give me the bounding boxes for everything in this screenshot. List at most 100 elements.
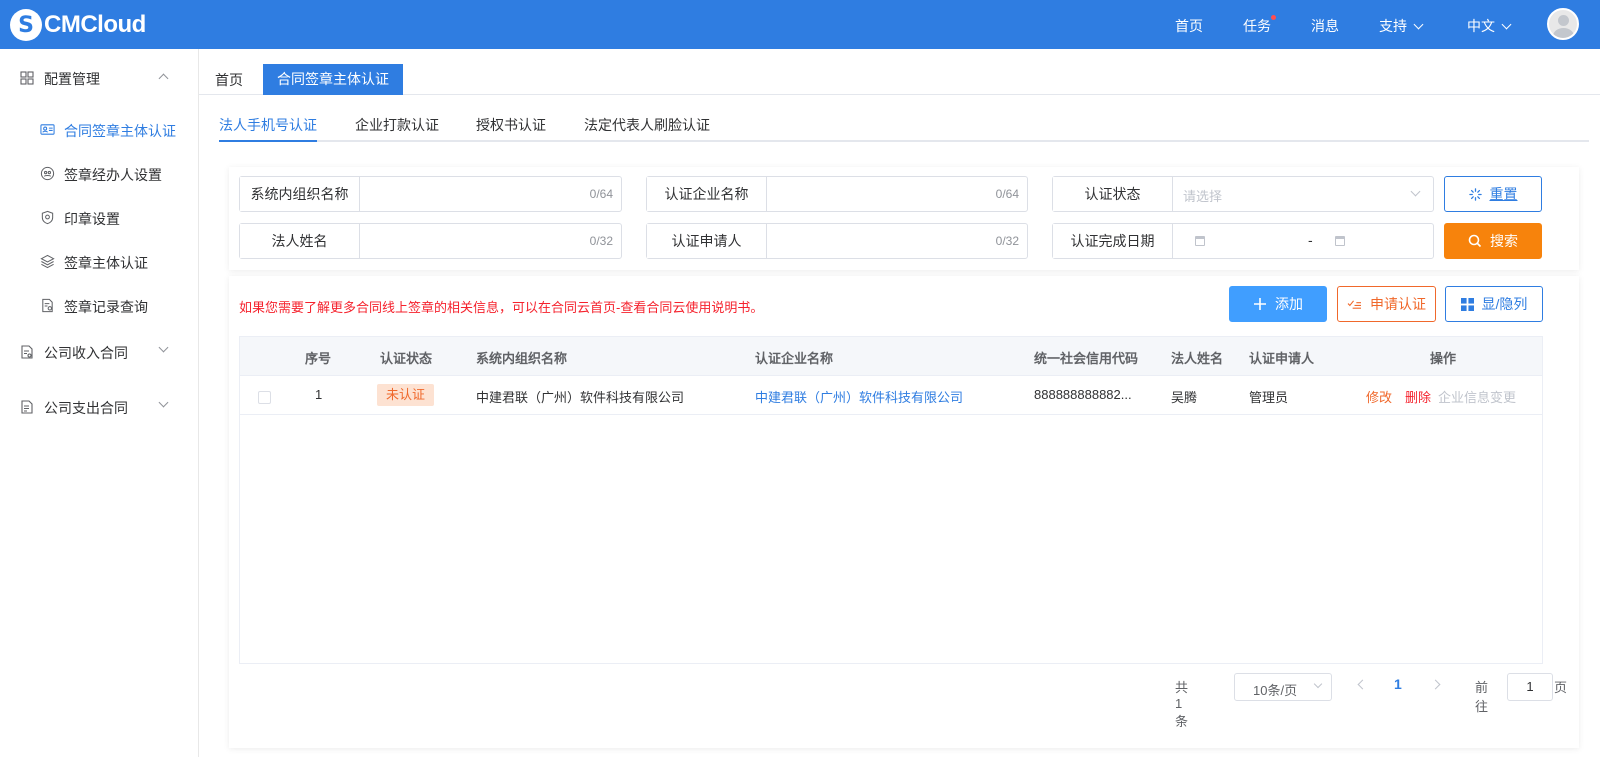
- chevron-down-icon: [1501, 19, 1512, 30]
- table-header: 序号 认证状态 系统内组织名称 认证企业名称 统一社会信用代码 法人姓名 认证申…: [240, 337, 1542, 376]
- page-size-value: 10条/页: [1253, 683, 1298, 698]
- search-label: 搜索: [1490, 233, 1518, 249]
- logo[interactable]: S CMCloud: [10, 8, 146, 42]
- org-name-field[interactable]: 系统内组织名称 0/64: [239, 176, 622, 212]
- current-page[interactable]: 1: [1394, 676, 1402, 692]
- legal-name-input[interactable]: 0/32: [360, 224, 621, 258]
- sidebar-group-config[interactable]: 配置管理: [0, 67, 199, 91]
- subtab-face-recognition[interactable]: 法定代表人刷脸认证: [584, 115, 710, 135]
- sub-tabs: 法人手机号认证 企业打款认证 授权书认证 法定代表人刷脸认证: [219, 95, 1589, 142]
- applicant-input[interactable]: 0/32: [767, 224, 1027, 258]
- company-name-field[interactable]: 认证企业名称 0/64: [646, 176, 1028, 212]
- reset-button[interactable]: 重置: [1444, 176, 1542, 212]
- sidebar-group-income[interactable]: 公司收入合同: [0, 341, 199, 365]
- cell-applicant: 管理员: [1249, 390, 1289, 405]
- applicant-field[interactable]: 认证申请人 0/32: [646, 223, 1028, 259]
- sidebar-item-seal-records[interactable]: 签章记录查询: [0, 294, 199, 318]
- sidebar-group-label: 公司支出合同: [44, 400, 128, 416]
- sidebar-group-label: 配置管理: [44, 71, 100, 87]
- add-button[interactable]: 添加: [1229, 286, 1327, 322]
- field-label: 系统内组织名称: [240, 177, 360, 211]
- grid-icon: [20, 71, 34, 85]
- th-applicant: 认证申请人: [1249, 351, 1315, 366]
- calendar-icon: [1335, 236, 1345, 246]
- apply-auth-button[interactable]: 申请认证: [1337, 286, 1436, 322]
- th-legal: 法人姓名: [1171, 351, 1224, 366]
- avatar[interactable]: [1547, 8, 1579, 40]
- status-badge: 未认证: [377, 384, 435, 406]
- nav-messages[interactable]: 消息: [1311, 16, 1339, 36]
- field-label: 认证企业名称: [647, 177, 767, 211]
- page-unit-label: 页: [1554, 680, 1568, 695]
- chevron-up-icon: [158, 73, 169, 84]
- tab-contract-seal-auth[interactable]: 合同签章主体认证: [263, 64, 403, 95]
- sidebar-item-seal-settings[interactable]: 印章设置: [0, 206, 199, 230]
- goto-label: 前往: [1475, 680, 1489, 714]
- subtab-authorization-letter[interactable]: 授权书认证: [476, 115, 546, 135]
- field-label: 法人姓名: [240, 224, 360, 258]
- doc-expense-icon: [21, 400, 33, 414]
- data-table: 序号 认证状态 系统内组织名称 认证企业名称 统一社会信用代码 法人姓名 认证申…: [239, 336, 1543, 664]
- next-page-icon[interactable]: [1430, 679, 1441, 690]
- sidebar-item-seal-handler[interactable]: 签章经办人设置: [0, 162, 199, 186]
- pagination-total: 共 1 条: [1175, 680, 1189, 729]
- chevron-down-icon: [1413, 19, 1424, 30]
- search-button[interactable]: 搜索: [1444, 223, 1542, 259]
- th-org: 系统内组织名称: [476, 351, 568, 366]
- org-name-input[interactable]: 0/64: [360, 177, 621, 211]
- chevron-down-icon: [1410, 186, 1421, 197]
- goto-page-input[interactable]: 1: [1507, 673, 1553, 701]
- th-credit-code: 统一社会信用代码: [1034, 351, 1139, 366]
- checklist-icon: [1347, 299, 1361, 309]
- sidebar-item-label: 签章主体认证: [64, 255, 148, 271]
- active-tab-indicator: [219, 140, 317, 142]
- field-label: 认证状态: [1053, 177, 1173, 211]
- sidebar-item-seal-subject-auth[interactable]: 签章主体认证: [0, 250, 199, 274]
- status-select[interactable]: 认证状态 请选择: [1052, 176, 1434, 212]
- notification-dot-icon: [1271, 15, 1276, 20]
- nav-language[interactable]: 中文: [1467, 16, 1512, 36]
- row-checkbox[interactable]: [258, 391, 271, 404]
- calendar-icon: [1195, 236, 1205, 246]
- legal-name-field[interactable]: 法人姓名 0/32: [239, 223, 622, 259]
- nav-tasks[interactable]: 任务: [1243, 15, 1276, 36]
- logo-text: CMCloud: [44, 11, 146, 38]
- tab-home[interactable]: 首页: [215, 65, 243, 95]
- handler-icon: [40, 166, 55, 181]
- date-range-input[interactable]: -: [1173, 224, 1433, 258]
- sidebar-item-label: 签章记录查询: [64, 299, 148, 315]
- page-size-select[interactable]: 10条/页: [1234, 673, 1332, 701]
- finish-date-range[interactable]: 认证完成日期 -: [1052, 223, 1434, 259]
- th-status: 认证状态: [380, 351, 433, 366]
- chevron-down-icon: [1313, 679, 1323, 689]
- toggle-columns-label: 显/隐列: [1481, 296, 1528, 312]
- filter-panel: 系统内组织名称 0/64 认证企业名称 0/64 认证状态 请选择 重置 法人姓…: [229, 167, 1579, 270]
- search-icon: [1468, 234, 1482, 248]
- date-separator: -: [1308, 232, 1313, 248]
- chevron-down-icon: [158, 397, 169, 408]
- char-count: 0/32: [995, 234, 1019, 248]
- select-placeholder: 请选择: [1183, 189, 1223, 204]
- layers-icon: [40, 254, 55, 269]
- company-name-input[interactable]: 0/64: [767, 177, 1027, 211]
- company-link[interactable]: 中建君联（广州）软件科技有限公司: [755, 387, 963, 406]
- prev-page-icon[interactable]: [1357, 679, 1368, 690]
- edit-link[interactable]: 修改: [1366, 387, 1392, 406]
- main-content: 法人手机号认证 企业打款认证 授权书认证 法定代表人刷脸认证 系统内组织名称 0…: [199, 95, 1600, 757]
- status-select-box[interactable]: 请选择: [1173, 177, 1433, 211]
- char-count: 0/64: [995, 187, 1019, 201]
- nav-support[interactable]: 支持: [1379, 16, 1424, 36]
- nav-tasks-label: 任务: [1243, 18, 1271, 34]
- logo-icon: S: [10, 9, 42, 41]
- sidebar-group-expense[interactable]: 公司支出合同: [0, 396, 199, 420]
- delete-link[interactable]: 删除: [1405, 387, 1431, 406]
- subtab-enterprise-payment[interactable]: 企业打款认证: [355, 115, 439, 135]
- subtab-legal-phone[interactable]: 法人手机号认证: [219, 115, 317, 135]
- shield-icon: [41, 210, 54, 225]
- sidebar-item-label: 合同签章主体认证: [64, 123, 176, 139]
- toggle-columns-button[interactable]: 显/隐列: [1445, 286, 1543, 322]
- sidebar-item-contract-seal-auth[interactable]: 合同签章主体认证: [0, 118, 199, 142]
- table-panel: 如果您需要了解更多合同线上签章的相关信息，可以在合同云首页-查看合同云使用说明书…: [229, 276, 1579, 748]
- reset-label: 重置: [1489, 186, 1518, 202]
- nav-home[interactable]: 首页: [1175, 16, 1203, 36]
